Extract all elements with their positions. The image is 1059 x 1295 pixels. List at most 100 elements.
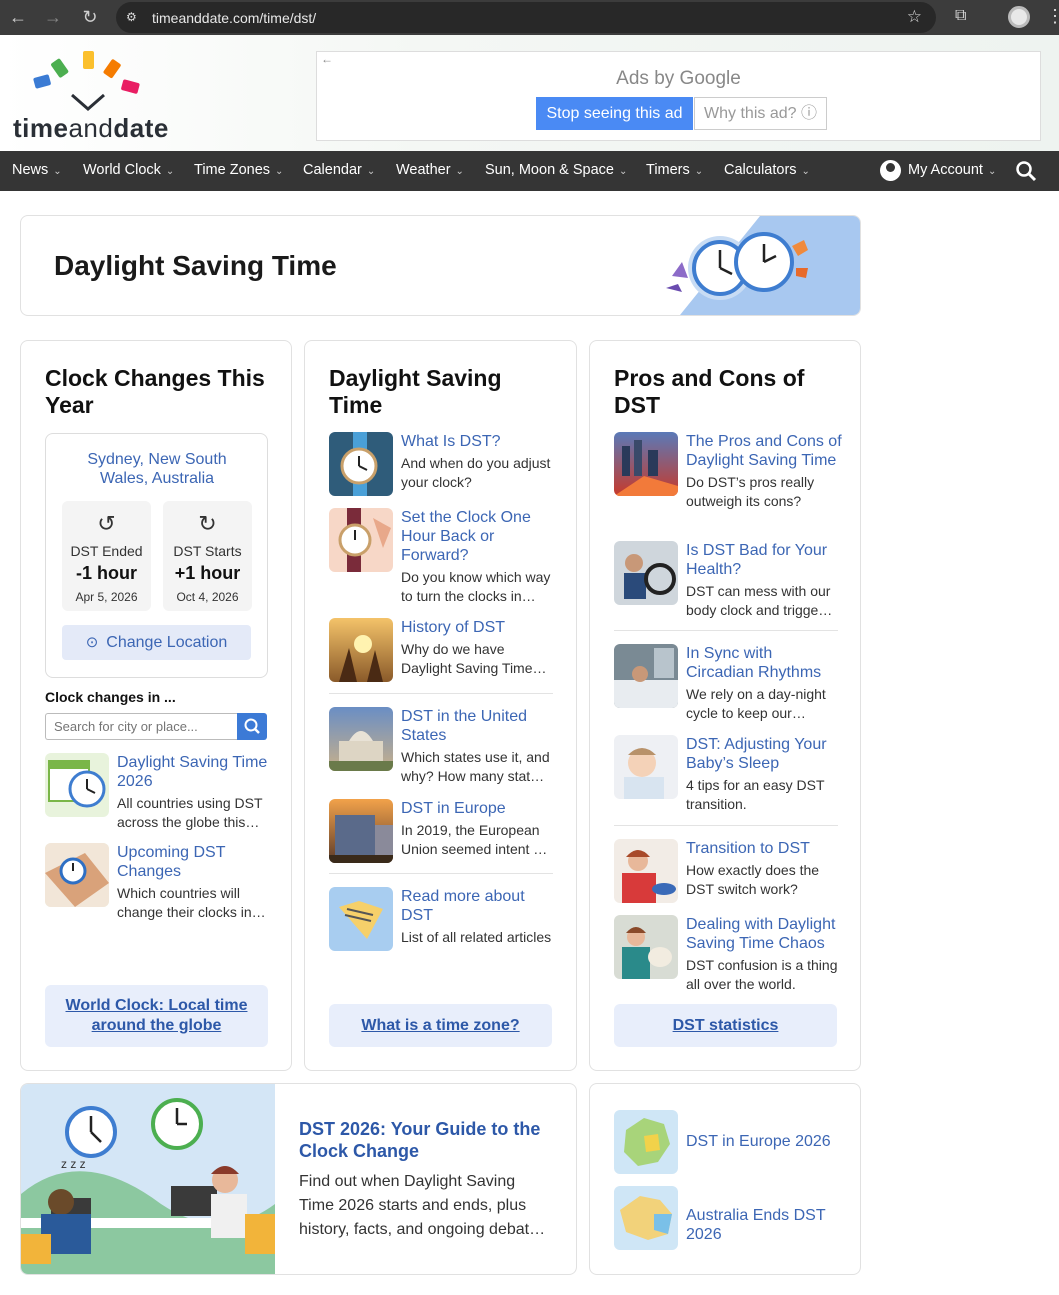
site-logo[interactable]: timeanddate [12,47,172,143]
dst-ended-label: DST Ended [70,543,143,559]
article-title[interactable]: Australia Ends DST 2026 [686,1206,844,1244]
search-icon [244,718,260,734]
list-item[interactable]: DST in Europe 2026 [614,1110,844,1174]
feature-card[interactable]: z z z DST 2026: Your Guide to the Clock … [20,1083,577,1275]
article-desc: Which countries will change their clocks… [117,885,266,920]
article-title[interactable]: In Sync with Circadian Rhythms [686,644,842,682]
feature-title[interactable]: DST 2026: Your Guide to the Clock Change [299,1118,559,1162]
stop-seeing-ad-button[interactable]: Stop seeing this ad [536,97,693,130]
article-desc: Do DST’s pros really outweigh its cons? [686,474,815,509]
extensions-icon[interactable]: ⧉ [955,7,975,27]
article-title[interactable]: Transition to DST [686,839,842,858]
article-title[interactable]: Upcoming DST Changes [117,843,275,881]
city-search-button[interactable] [237,713,267,740]
ad-banner: ← Ads by Google Stop seeing this ad Why … [316,51,1041,141]
article-title[interactable]: The Pros and Cons of Daylight Saving Tim… [686,432,842,470]
history-thumbnail [329,618,393,682]
dst-statistics-cta-button[interactable]: DST statistics [614,1004,837,1047]
browser-toolbar: ← → ↻ ⚙ timeanddate.com/time/dst/ ☆ ⧉ ⋮ [0,0,1059,35]
clock-changes-title: Clock Changes This Year [45,365,265,418]
article-title[interactable]: DST in Europe [401,799,557,818]
list-item[interactable]: DST in Europe In 2019, the European Union… [329,799,555,865]
account-icon[interactable] [880,160,901,181]
article-desc: Which states use it, and why? How many s… [401,749,550,784]
site-header: timeanddate ← Ads by Google Stop seeing … [0,35,1059,151]
nav-my-account[interactable]: My Account ⌄ [908,162,996,178]
australia-map-thumbnail [614,1186,678,1250]
bookmark-star-icon[interactable]: ☆ [907,7,922,27]
ad-back-icon[interactable]: ← [321,52,333,66]
world-clock-cta-button[interactable]: World Clock: Local time around the globe [45,985,268,1047]
article-title[interactable]: Set the Clock One Hour Back or Forward? [401,508,557,565]
back-icon[interactable]: ← [8,7,28,27]
article-title[interactable]: DST in the United States [401,707,557,745]
divider [614,630,838,631]
reload-icon[interactable]: ↻ [80,7,100,27]
list-item[interactable]: DST in the United States Which states use… [329,707,555,787]
article-desc: DST confusion is a thing all over the wo… [686,957,838,992]
article-desc: DST can mess with our body clock and tri… [686,583,833,618]
nav-world-clock[interactable]: World Clock ⌄ [83,162,174,178]
site-info-icon[interactable]: ⚙ [126,9,142,25]
nav-timers[interactable]: Timers ⌄ [646,162,703,178]
list-item[interactable]: Dealing with Daylight Saving Time Chaos D… [614,915,840,995]
article-title[interactable]: DST in Europe 2026 [686,1132,844,1151]
change-location-button[interactable]: ⊙ Change Location [62,625,251,660]
city-search-input[interactable] [45,713,237,740]
list-item[interactable]: Daylight Saving Time 2026 All countries … [45,753,275,830]
list-item[interactable]: Read more about DST List of all related a… [329,887,555,953]
article-title[interactable]: Read more about DST [401,887,557,925]
svg-text:z z z: z z z [61,1157,86,1171]
dst-ended-date: Apr 5, 2026 [75,590,138,604]
article-title[interactable]: What Is DST? [401,432,557,451]
browser-menu-icon[interactable]: ⋮ [1046,6,1059,26]
article-title[interactable]: Daylight Saving Time 2026 [117,753,275,791]
list-item[interactable]: In Sync with Circadian Rhythms We rely on… [614,644,840,724]
article-desc: How exactly does the DST switch work? [686,862,820,897]
list-item[interactable]: Transition to DST How exactly does the DS… [614,839,840,905]
article-title[interactable]: Is DST Bad for Your Health? [686,541,842,579]
list-item[interactable]: Australia Ends DST 2026 [614,1186,844,1250]
location-box: Sydney, New South Wales, Australia ↺ DST… [45,433,268,678]
article-desc: Why do we have Daylight Saving Time… [401,641,547,676]
list-item[interactable]: What Is DST? And when do you adjust your … [329,432,555,498]
tired-woman-thumbnail [614,839,678,903]
nav-calendar[interactable]: Calendar ⌄ [303,162,375,178]
related-card: DST in Europe 2026 Australia Ends DST 20… [589,1083,861,1275]
list-item[interactable]: Set the Clock One Hour Back or Forward? D… [329,508,555,608]
dst-ended-value: -1 hour [76,563,137,583]
driver-thumbnail [614,541,678,605]
search-icon[interactable] [1015,160,1037,182]
list-item[interactable]: History of DST Why do we have Daylight Sa… [329,618,555,684]
nav-news[interactable]: News ⌄ [12,162,62,178]
divider [614,825,838,826]
address-bar[interactable]: ⚙ timeanddate.com/time/dst/ ☆ [116,2,936,33]
article-title[interactable]: Dealing with Daylight Saving Time Chaos [686,915,842,953]
search-heading: Clock changes in ... [45,689,176,705]
list-item[interactable]: DST: Adjusting Your Baby’s Sleep 4 tips f… [614,735,840,815]
list-item[interactable]: The Pros and Cons of Daylight Saving Tim… [614,432,842,528]
profile-avatar[interactable] [1008,6,1030,28]
list-item[interactable]: Is DST Bad for Your Health? DST can mess … [614,541,840,621]
why-this-ad-button[interactable]: Why this ad? ⓘ [694,97,827,130]
article-desc: All countries using DST across the globe… [117,795,263,830]
article-title[interactable]: DST: Adjusting Your Baby’s Sleep [686,735,842,773]
article-desc: And when do you adjust your clock? [401,455,551,490]
nav-weather[interactable]: Weather ⌄ [396,162,464,178]
book-thumbnail [329,887,393,951]
chevron-down-icon: ⌄ [694,166,704,177]
dst-articles-title: Daylight Saving Time [329,365,502,418]
forward-icon[interactable]: → [43,7,63,27]
nav-calculators[interactable]: Calculators ⌄ [724,162,810,178]
divider [329,693,553,694]
ad-title: Ads by Google [616,68,741,89]
time-zone-cta-button[interactable]: What is a time zone? [329,1004,552,1047]
hero-card: Daylight Saving Time [20,215,861,316]
nav-sun-moon-space[interactable]: Sun, Moon & Space ⌄ [485,162,627,178]
list-item[interactable]: Upcoming DST Changes Which countries wil… [45,843,275,920]
location-link[interactable]: Sydney, New South Wales, Australia [66,450,248,488]
article-title[interactable]: History of DST [401,618,557,637]
chevron-down-icon: ⌄ [275,166,284,177]
nav-time-zones[interactable]: Time Zones ⌄ [194,162,283,178]
rotate-back-icon: ↺ [97,511,116,536]
